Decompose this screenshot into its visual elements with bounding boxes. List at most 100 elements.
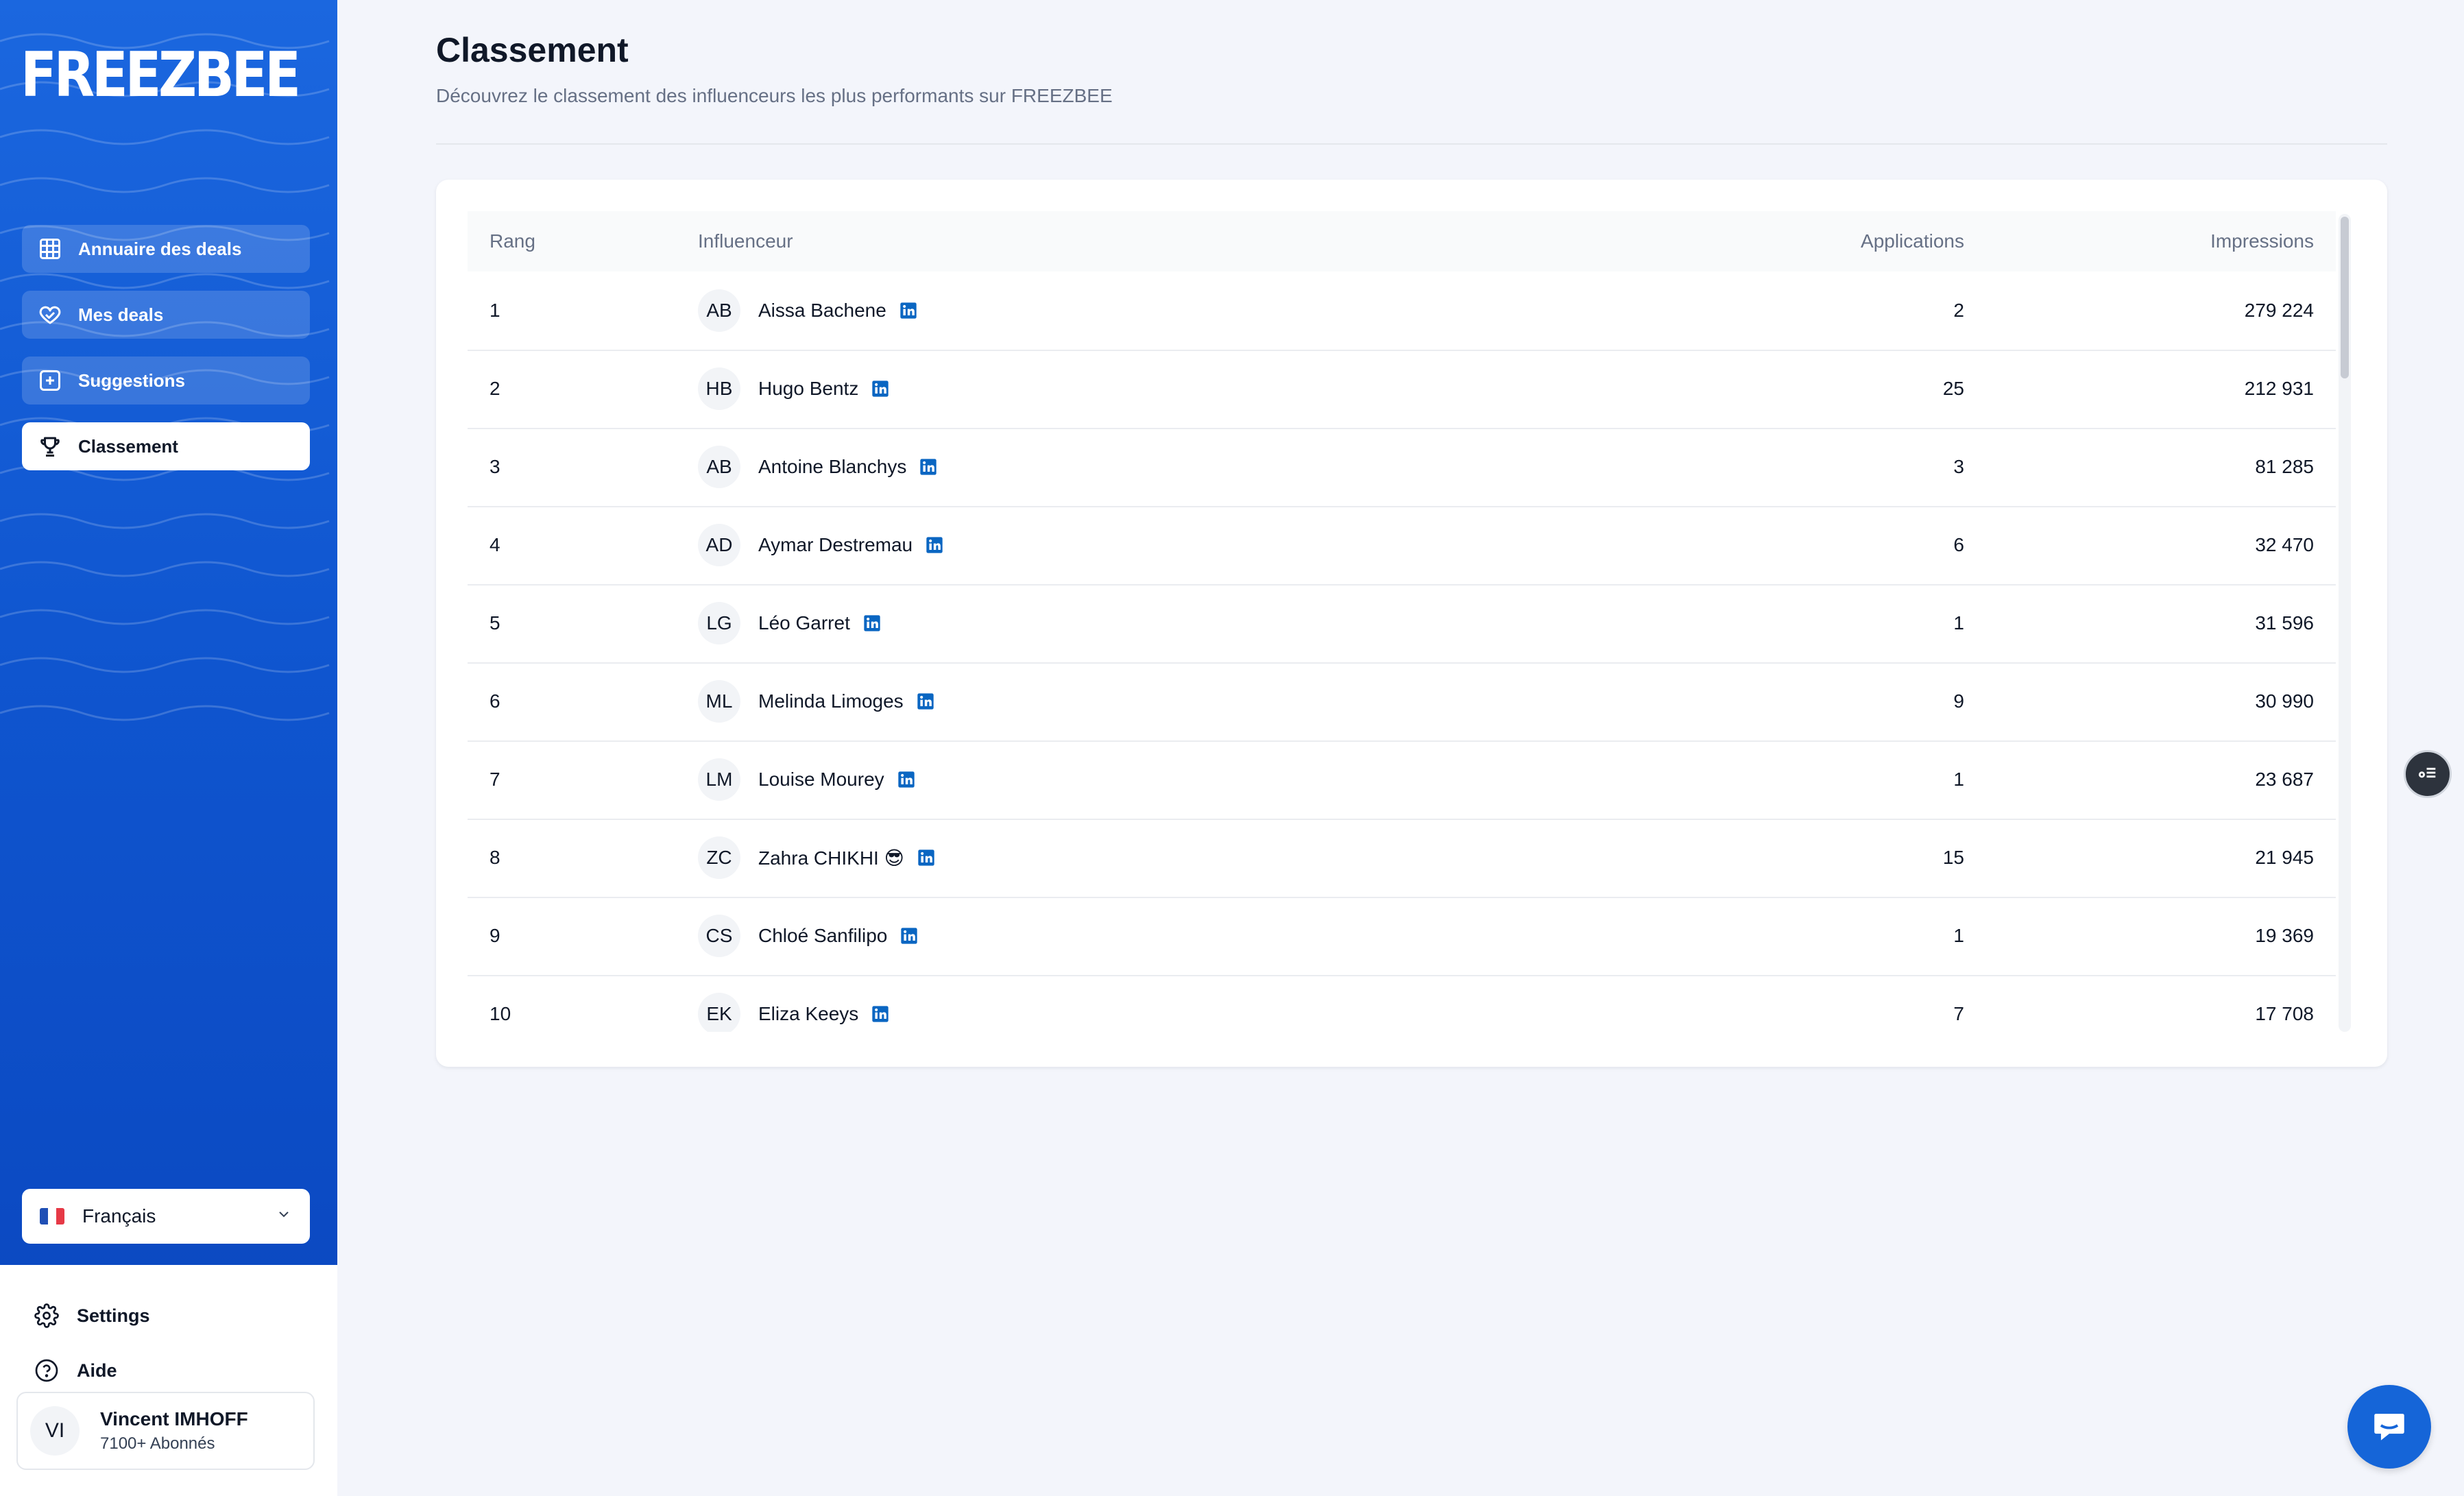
avatar: AB	[698, 289, 740, 332]
language-select-value: Français	[82, 1205, 156, 1227]
influencer-name[interactable]: Aissa Bachene	[758, 300, 886, 322]
column-header-impressions[interactable]: Impressions	[2210, 211, 2314, 272]
help-link[interactable]: Aide	[33, 1355, 117, 1386]
sidebar-item-label: Annuaire des deals	[78, 238, 242, 259]
linkedin-icon[interactable]	[899, 301, 918, 320]
sidebar-item-annuaire-des-deals[interactable]: Annuaire des deals	[22, 225, 310, 273]
avatar: EK	[698, 993, 740, 1032]
avatar: CS	[698, 915, 740, 957]
gear-icon	[33, 1302, 60, 1329]
table-row[interactable]: 7 LM Louise Mourey 1 23 687	[468, 740, 2336, 820]
freezbee-logo[interactable]: FREEZBEE	[21, 43, 301, 108]
linkedin-icon[interactable]	[871, 379, 890, 398]
user-profile-card[interactable]: VI Vincent IMHOFF 7100+ Abonnés	[16, 1392, 315, 1470]
avatar: HB	[698, 367, 740, 410]
heart-handshake-icon	[37, 302, 63, 328]
linkedin-icon[interactable]	[925, 535, 944, 555]
scrollbar-thumb[interactable]	[2341, 217, 2349, 378]
language-select[interactable]: Français	[22, 1189, 310, 1244]
column-header-applications[interactable]: Applications	[1861, 211, 1964, 272]
table-row[interactable]: 2 HB Hugo Bentz 25 212 931	[468, 350, 2336, 429]
applications-cell: 1	[1953, 925, 1964, 946]
applications-cell: 1	[1953, 612, 1964, 634]
influencer-cell: CS Chloé Sanfilipo	[698, 897, 919, 975]
chat-bubble-icon	[2369, 1405, 2409, 1449]
table-row[interactable]: 10 EK Eliza Keeys 7 17 708	[468, 975, 2336, 1032]
rank-cell: 5	[490, 612, 500, 634]
help-circle-icon	[33, 1357, 60, 1384]
influencer-cell: ZC Zahra CHIKHI 😎	[698, 819, 936, 897]
influencer-name[interactable]: Léo Garret	[758, 612, 850, 634]
sidebar-item-label: Suggestions	[78, 370, 186, 391]
table-row[interactable]: 8 ZC Zahra CHIKHI 😎 15 21 945	[468, 819, 2336, 898]
avatar: VI	[30, 1406, 80, 1456]
sidebar-footer: Settings Aide VI Vincent IMHOFF 7100+ Ab…	[0, 1265, 337, 1496]
linkedin-icon[interactable]	[862, 614, 882, 633]
sidebar-item-mes-deals[interactable]: Mes deals	[22, 291, 310, 339]
chevron-down-icon	[276, 1205, 292, 1227]
side-panel-toggle-button[interactable]	[2404, 750, 2452, 798]
france-flag-icon	[40, 1208, 64, 1224]
influencer-name[interactable]: Zahra CHIKHI 😎	[758, 847, 904, 869]
page-subtitle: Découvrez le classement des influenceurs…	[436, 85, 1113, 106]
influencer-name[interactable]: Antoine Blanchys	[758, 456, 906, 478]
table-row[interactable]: 9 CS Chloé Sanfilipo 1 19 369	[468, 897, 2336, 976]
influencer-name[interactable]: Chloé Sanfilipo	[758, 925, 887, 947]
settings-link[interactable]: Settings	[33, 1301, 150, 1331]
applications-cell: 7	[1953, 1003, 1964, 1024]
leaderboard-card: Rang Influenceur Applications Impression…	[436, 180, 2387, 1067]
linkedin-icon[interactable]	[899, 926, 919, 945]
avatar: ZC	[698, 836, 740, 879]
influencer-cell: LG Léo Garret	[698, 584, 882, 662]
influencer-name[interactable]: Hugo Bentz	[758, 378, 858, 400]
linkedin-icon[interactable]	[919, 457, 938, 476]
table-row[interactable]: 6 ML Melinda Limoges 9 30 990	[468, 662, 2336, 742]
linkedin-icon[interactable]	[897, 770, 916, 789]
rank-cell: 3	[490, 456, 500, 477]
influencer-cell: AB Antoine Blanchys	[698, 428, 938, 506]
influencer-cell: LM Louise Mourey	[698, 740, 916, 819]
linkedin-icon[interactable]	[917, 848, 936, 867]
applications-cell: 6	[1953, 534, 1964, 555]
table-row[interactable]: 1 AB Aissa Bachene 2 279 224	[468, 272, 2336, 351]
impressions-cell: 279 224	[2244, 300, 2314, 321]
chat-support-button[interactable]	[2347, 1385, 2431, 1469]
avatar: AD	[698, 524, 740, 566]
avatar: ML	[698, 680, 740, 723]
column-header-influencer[interactable]: Influenceur	[698, 211, 793, 272]
column-header-rank[interactable]: Rang	[490, 211, 535, 272]
sidebar-item-label: Mes deals	[78, 304, 164, 325]
applications-cell: 15	[1942, 847, 1964, 868]
sidebar-item-classement[interactable]: Classement	[22, 422, 310, 470]
influencer-name[interactable]: Aymar Destremau	[758, 534, 913, 556]
table-row[interactable]: 5 LG Léo Garret 1 31 596	[468, 584, 2336, 664]
linkedin-icon[interactable]	[916, 692, 935, 711]
influencer-cell: EK Eliza Keeys	[698, 975, 890, 1032]
trophy-icon	[37, 433, 63, 459]
applications-cell: 3	[1953, 456, 1964, 477]
sidebar-item-suggestions[interactable]: Suggestions	[22, 357, 310, 405]
impressions-cell: 23 687	[2255, 769, 2314, 790]
impressions-cell: 19 369	[2255, 925, 2314, 946]
user-followers: 7100+ Abonnés	[100, 1434, 215, 1453]
influencer-name[interactable]: Melinda Limoges	[758, 690, 904, 712]
list-settings-icon	[2416, 761, 2439, 788]
header-divider	[436, 143, 2387, 145]
settings-label: Settings	[77, 1305, 150, 1326]
applications-cell: 9	[1953, 690, 1964, 712]
rank-cell: 10	[490, 1003, 511, 1024]
impressions-cell: 31 596	[2255, 612, 2314, 634]
influencer-name[interactable]: Louise Mourey	[758, 769, 884, 791]
rank-cell: 1	[490, 300, 500, 321]
table-scrollbar[interactable]	[2339, 214, 2351, 1032]
table-row[interactable]: 4 AD Aymar Destremau 6 32 470	[468, 506, 2336, 586]
applications-cell: 2	[1953, 300, 1964, 321]
influencer-cell: AB Aissa Bachene	[698, 272, 918, 350]
background-waves-decoration	[0, 33, 330, 721]
linkedin-icon[interactable]	[871, 1004, 890, 1024]
table-row[interactable]: 3 AB Antoine Blanchys 3 81 285	[468, 428, 2336, 507]
influencer-name[interactable]: Eliza Keeys	[758, 1003, 858, 1025]
rank-cell: 7	[490, 769, 500, 790]
leaderboard-table[interactable]: Rang Influenceur Applications Impression…	[468, 211, 2336, 1032]
rank-cell: 9	[490, 925, 500, 946]
